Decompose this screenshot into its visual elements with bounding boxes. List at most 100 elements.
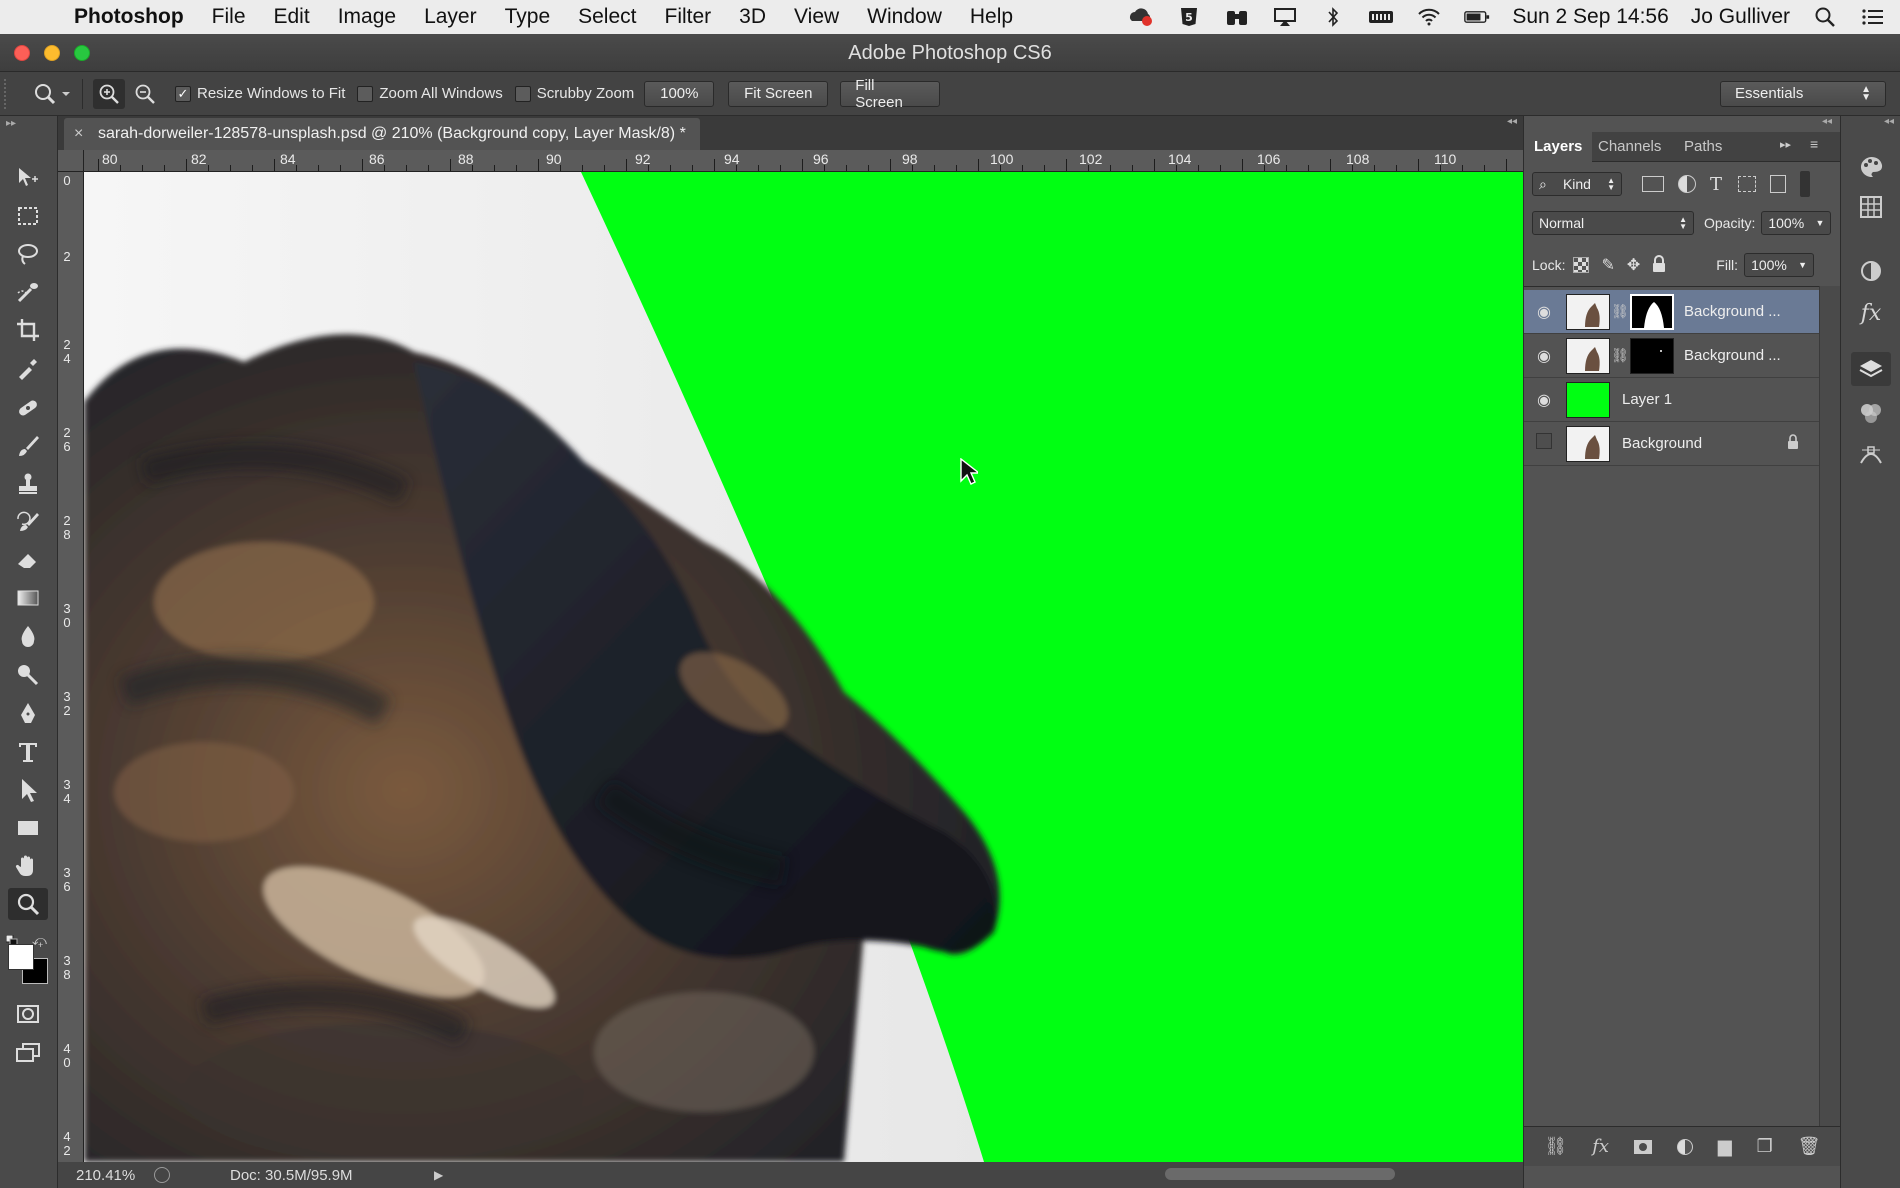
quick-selection-tool-icon[interactable] <box>8 276 48 308</box>
tools-collapse-icon[interactable]: ▸▸ <box>6 118 16 129</box>
eyedropper-tool-icon[interactable] <box>8 352 48 384</box>
lock-transparent-pixels-icon[interactable] <box>1573 257 1590 273</box>
wifi-icon[interactable] <box>1416 7 1442 27</box>
layer-style-fx-icon[interactable]: fx <box>1592 1136 1609 1157</box>
crop-tool-icon[interactable] <box>8 314 48 346</box>
menu-image[interactable]: Image <box>324 5 410 29</box>
vertical-ruler[interactable]: 0 2 2 4 2 6 2 8 3 0 3 2 3 4 3 6 3 8 4 0 … <box>58 172 84 1162</box>
blend-mode-select[interactable]: Normal ▲ ▼ <box>1532 211 1694 235</box>
clone-stamp-tool-icon[interactable] <box>8 468 48 500</box>
menu-type[interactable]: Type <box>491 5 565 29</box>
mask-link-icon[interactable]: ⛓ <box>1610 347 1630 364</box>
gradient-tool-icon[interactable] <box>8 582 48 614</box>
ruler-origin[interactable] <box>58 150 84 172</box>
document-tab[interactable]: × sarah-dorweiler-128578-unsplash.psd @ … <box>64 118 700 150</box>
lock-image-pixels-icon[interactable]: ✎ <box>1601 255 1614 275</box>
window-minimize-button[interactable] <box>44 45 60 61</box>
window-zoom-button[interactable] <box>74 45 90 61</box>
horizontal-ruler[interactable]: 80 82 84 86 88 90 92 94 96 98 100 102 10… <box>84 150 1523 172</box>
menu-filter[interactable]: Filter <box>651 5 726 29</box>
creative-cloud-icon[interactable] <box>1128 7 1154 27</box>
channels-icon[interactable] <box>1851 396 1891 430</box>
window-close-button[interactable] <box>14 45 30 61</box>
lock-all-icon[interactable] <box>1652 254 1666 276</box>
swap-colors-icon[interactable]: ⤽ <box>32 932 47 949</box>
fill-field[interactable]: 100% ▼ <box>1744 253 1815 277</box>
fit-screen-button[interactable]: Fit Screen <box>728 80 829 107</box>
document-tab-close-icon[interactable]: × <box>74 118 83 150</box>
layer-thumbnail[interactable] <box>1566 381 1610 418</box>
filter-pixel-icon[interactable] <box>1642 176 1664 192</box>
status-info-icon[interactable] <box>154 1167 170 1183</box>
menubar-user[interactable]: Jo Gulliver <box>1691 5 1790 29</box>
options-grip[interactable] <box>4 78 22 109</box>
layer-row-layer-1[interactable]: ◉ Layer 1 <box>1524 378 1819 422</box>
visibility-eye-icon[interactable]: ◉ <box>1524 390 1564 410</box>
new-layer-icon[interactable]: ❐ <box>1757 1136 1773 1157</box>
workspace-select[interactable]: Essentials ▲ ▼ <box>1720 80 1886 107</box>
resize-windows-checkbox[interactable]: ✓ <box>175 85 191 102</box>
swatches-grid-icon[interactable] <box>1851 190 1891 224</box>
layer-name[interactable]: Layer 1 <box>1622 391 1672 408</box>
brush-tool-icon[interactable] <box>8 430 48 462</box>
menu-edit[interactable]: Edit <box>260 5 324 29</box>
color-palette-icon[interactable] <box>1851 150 1891 184</box>
menu-layer[interactable]: Layer <box>410 5 491 29</box>
paths-pen-icon[interactable] <box>1851 438 1891 472</box>
panel-expand-icon[interactable]: ▸▸ <box>1780 138 1791 151</box>
type-tool-icon[interactable] <box>8 736 48 768</box>
filter-kind-select[interactable]: ⌕ Kind ▲ ▼ <box>1532 172 1622 196</box>
zoom-level-field[interactable]: 210.41% <box>58 1167 150 1184</box>
history-brush-tool-icon[interactable] <box>8 506 48 538</box>
zoom-tool-preset-icon[interactable] <box>32 82 72 106</box>
new-group-folder-icon[interactable]: ▆ <box>1718 1136 1732 1157</box>
layer-row-background-copy-masked[interactable]: ◉ ⛓ Background ... <box>1524 290 1819 334</box>
visibility-eye-icon[interactable]: ◉ <box>1524 302 1564 322</box>
path-selection-tool-icon[interactable] <box>8 774 48 806</box>
panels-collapse-icon[interactable]: ◂◂ <box>1507 116 1517 127</box>
filter-toggle-switch[interactable] <box>1800 171 1811 197</box>
layer-thumbnail[interactable] <box>1566 293 1610 330</box>
layer-name[interactable]: Background <box>1622 435 1702 452</box>
blur-tool-icon[interactable] <box>8 620 48 652</box>
healing-brush-tool-icon[interactable] <box>8 392 48 424</box>
dropdown-arrow-icon[interactable]: ▼ <box>1798 260 1807 270</box>
styles-fx-icon[interactable]: fx <box>1851 296 1891 330</box>
zoom-out-icon[interactable] <box>129 79 161 109</box>
zoom-all-windows-checkbox[interactable] <box>357 85 374 102</box>
layer-row-background[interactable]: Background <box>1524 422 1819 466</box>
bluetooth-icon[interactable] <box>1320 7 1346 27</box>
filter-smart-object-icon[interactable] <box>1770 175 1787 193</box>
new-adjustment-layer-icon[interactable] <box>1676 1138 1693 1155</box>
horizontal-scrollbar-thumb[interactable] <box>1165 1168 1395 1180</box>
battery-icon[interactable] <box>1464 7 1490 27</box>
resize-windows-option[interactable]: ✓ Resize Windows to Fit <box>175 85 345 102</box>
layer-name[interactable]: Background ... <box>1684 347 1781 364</box>
airplay-icon[interactable] <box>1272 7 1298 27</box>
layer-thumbnail[interactable] <box>1566 337 1610 374</box>
menu-3d[interactable]: 3D <box>725 5 780 29</box>
panel-menu-icon[interactable]: ≡ <box>1810 136 1818 152</box>
filter-type-icon[interactable]: T <box>1710 174 1722 195</box>
filter-shape-icon[interactable] <box>1738 176 1757 192</box>
spotlight-search-icon[interactable] <box>1812 7 1838 27</box>
layer-row-background-copy[interactable]: ◉ ⛓ Background ... <box>1524 334 1819 378</box>
lock-position-icon[interactable]: ✥ <box>1627 255 1640 275</box>
link-layers-icon[interactable]: ⛓ <box>1544 1136 1567 1157</box>
menu-select[interactable]: Select <box>564 5 650 29</box>
dropdown-arrow-icon[interactable]: ▼ <box>1815 218 1824 228</box>
lasso-tool-icon[interactable] <box>8 238 48 270</box>
keyboard-icon[interactable] <box>1368 7 1394 27</box>
visibility-eye-icon[interactable]: ◉ <box>1524 346 1564 366</box>
layers-scrollbar[interactable] <box>1819 286 1841 1126</box>
adjustments-icon[interactable] <box>1851 254 1891 288</box>
rectangle-tool-icon[interactable] <box>8 812 48 844</box>
quick-mask-icon[interactable] <box>8 998 48 1030</box>
marquee-tool-icon[interactable] <box>8 200 48 232</box>
html5-icon[interactable]: 5 <box>1176 7 1202 27</box>
image-canvas[interactable] <box>84 172 1523 1162</box>
layer-mask-thumbnail[interactable] <box>1630 293 1674 330</box>
eraser-tool-icon[interactable] <box>8 544 48 576</box>
layer-name[interactable]: Background ... <box>1684 303 1781 320</box>
foreground-color-swatch[interactable] <box>8 944 34 970</box>
